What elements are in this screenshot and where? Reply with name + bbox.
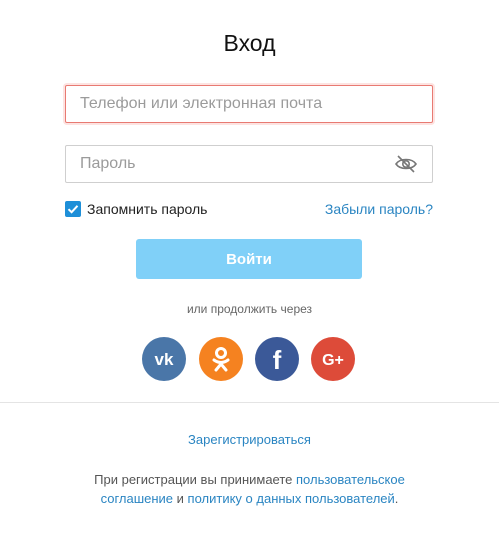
register-link[interactable]: Зарегистрироваться [0, 432, 499, 447]
google-plus-login-button[interactable]: G+ [311, 337, 355, 381]
svg-text:G+: G+ [322, 352, 344, 369]
privacy-policy-link[interactable]: политику о данных пользователей [188, 491, 395, 506]
password-field[interactable] [65, 145, 433, 183]
login-input[interactable] [66, 86, 432, 122]
remember-password[interactable]: Запомнить пароль [65, 200, 207, 218]
terms-suffix: . [394, 491, 399, 506]
terms-prefix: При регистрации вы принимаете [94, 472, 296, 487]
svg-text:vk: vk [155, 350, 174, 369]
odnoklassniki-icon [199, 337, 243, 381]
terms-text: При регистрации вы принимаете пользовате… [60, 470, 439, 508]
facebook-icon: f [255, 337, 299, 381]
divider [0, 402, 499, 403]
password-input[interactable] [66, 146, 432, 182]
login-button[interactable]: Войти [136, 239, 362, 279]
vk-icon: vk [142, 337, 186, 381]
checkmark-icon [67, 205, 79, 214]
page-title: Вход [223, 30, 276, 56]
eye-slash-icon[interactable] [394, 154, 418, 174]
terms-and: и [173, 491, 188, 506]
svg-text:f: f [273, 345, 282, 375]
remember-label: Запомнить пароль [87, 201, 208, 217]
forgot-password-link[interactable]: Забыли пароль? [325, 201, 433, 217]
google-plus-icon: G+ [311, 337, 355, 381]
vk-login-button[interactable]: vk [142, 337, 186, 381]
odnoklassniki-login-button[interactable] [199, 337, 243, 381]
login-field[interactable] [65, 85, 433, 123]
facebook-login-button[interactable]: f [255, 337, 299, 381]
alt-login-label: или продолжить через [186, 302, 313, 316]
login-form: Вход Запомнить пароль Забыли пароль? Вой… [0, 0, 499, 535]
remember-checkbox[interactable] [65, 201, 81, 217]
